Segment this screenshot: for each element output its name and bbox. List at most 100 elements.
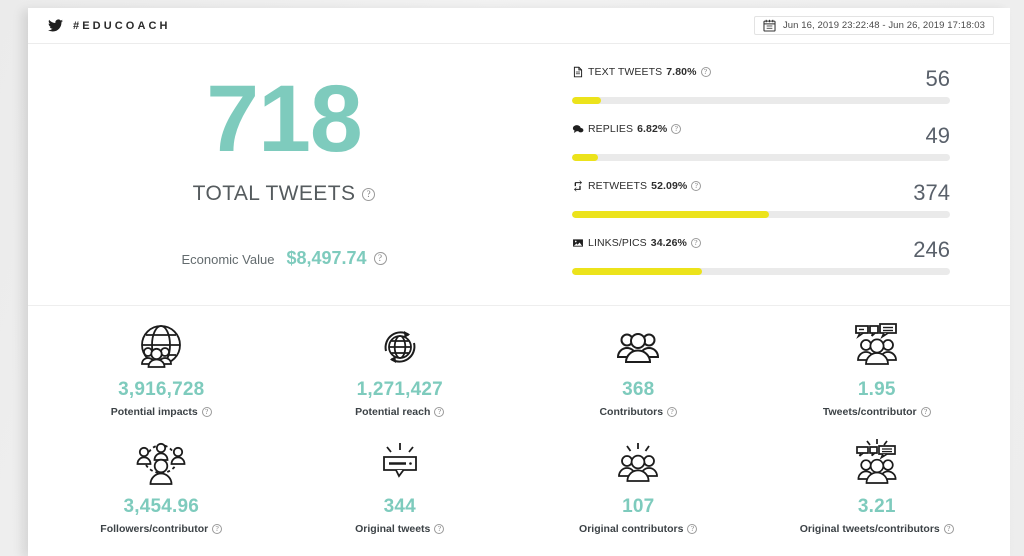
stat-label-text: Contributors <box>599 406 664 418</box>
reply-bubble-icon <box>572 123 584 135</box>
stat-value: 107 <box>622 496 655 517</box>
bar-row-retweets: RETWEETS 52.09% ? 374 <box>572 178 950 218</box>
help-icon[interactable]: ? <box>201 407 212 417</box>
stats-grid: 3,916,728 Potential impacts ? 1,271,427 … <box>28 306 1010 550</box>
stat-followers-per-contributor: 3,454.96 Followers/contributor ? <box>42 433 281 550</box>
twitter-bird-icon <box>48 19 63 32</box>
people-sparkle-icon <box>610 439 666 489</box>
bar-header: REPLIES 6.82% ? 49 <box>572 121 950 147</box>
bar-value: 246 <box>913 237 950 262</box>
bar-label: LINKS/PICS 34.26% ? <box>572 235 701 249</box>
hashtag-title: #EDUCOACH <box>73 19 171 32</box>
image-icon <box>572 237 584 249</box>
stat-value: 3,916,728 <box>118 379 205 400</box>
stat-value: 344 <box>383 496 416 517</box>
bar-name: LINKS/PICS <box>588 237 647 249</box>
bar-fill <box>572 211 769 218</box>
stat-label-text: Original tweets/contributors <box>799 523 940 535</box>
stat-contributors: 368 Contributors ? <box>519 316 758 433</box>
stat-label-text: Potential reach <box>355 406 431 418</box>
bar-name: TEXT TWEETS <box>588 66 663 78</box>
stat-label: Contributors ? <box>599 406 678 418</box>
economic-value-label: Economic Value <box>181 252 275 268</box>
stat-label: Original tweets ? <box>355 523 445 535</box>
globe-refresh-icon <box>373 322 427 372</box>
help-icon[interactable]: ? <box>434 407 445 417</box>
analytics-card: #EDUCOACH Jun 16, 2019 23:22:48 - Jun 26… <box>28 8 1010 556</box>
people-speech-icon <box>848 322 906 372</box>
globe-people-icon <box>134 322 188 372</box>
stat-original-tweets: 344 Original tweets ? <box>281 433 520 550</box>
stat-label-text: Tweets/contributor <box>822 406 917 418</box>
stat-original-tweets-per-contributors: 3.21 Original tweets/contributors ? <box>758 433 997 550</box>
stat-value: 3,454.96 <box>123 496 200 517</box>
stat-potential-reach: 1,271,427 Potential reach ? <box>281 316 520 433</box>
bar-row-text-tweets: TEXT TWEETS 7.80% ? 56 <box>572 64 950 104</box>
bar-header: RETWEETS 52.09% ? 374 <box>572 178 950 204</box>
bar-name: REPLIES <box>588 123 634 135</box>
help-icon[interactable]: ? <box>687 524 698 534</box>
bar-fill <box>572 97 602 104</box>
help-icon[interactable]: ? <box>373 252 387 266</box>
stat-potential-impacts: 3,916,728 Potential impacts ? <box>42 316 281 433</box>
bar-value: 49 <box>925 123 950 148</box>
total-tweets-label-text: TOTAL TWEETS <box>192 182 356 206</box>
total-tweets-label: TOTAL TWEETS ? <box>193 182 376 206</box>
stat-label-text: Potential impacts <box>110 406 198 418</box>
help-icon[interactable]: ? <box>920 407 931 417</box>
bar-row-links-pics: LINKS/PICS 34.26% ? 246 <box>572 235 950 275</box>
bar-label: REPLIES 6.82% ? <box>572 121 682 135</box>
retweet-icon <box>572 180 584 192</box>
help-icon[interactable]: ? <box>671 124 682 134</box>
bar-label: TEXT TWEETS 7.80% ? <box>572 64 711 78</box>
speech-sparkle-icon <box>372 439 428 489</box>
top-section: 718 TOTAL TWEETS ? Economic Value $8,497… <box>28 44 1010 306</box>
bar-percent: 6.82% <box>637 123 668 135</box>
bar-label: RETWEETS 52.09% ? <box>572 178 702 192</box>
people-group-icon <box>611 322 665 372</box>
date-range-picker[interactable]: Jun 16, 2019 23:22:48 - Jun 26, 2019 17:… <box>753 16 994 35</box>
help-icon[interactable]: ? <box>700 67 711 77</box>
card-header: #EDUCOACH Jun 16, 2019 23:22:48 - Jun 26… <box>28 8 1010 44</box>
bar-row-replies: REPLIES 6.82% ? 49 <box>572 121 950 161</box>
bar-percent: 7.80% <box>666 66 697 78</box>
stat-label-text: Original contributors <box>579 523 684 535</box>
bar-header: TEXT TWEETS 7.80% ? 56 <box>572 64 950 90</box>
total-tweets-value: 718 <box>206 66 363 172</box>
help-icon[interactable]: ? <box>691 238 701 248</box>
bar-percent: 52.09% <box>651 180 688 192</box>
stat-label: Followers/contributor ? <box>100 523 223 535</box>
date-range-text: Jun 16, 2019 23:22:48 - Jun 26, 2019 17:… <box>782 20 985 31</box>
stat-label: Original tweets/contributors ? <box>800 523 954 535</box>
stat-label-text: Followers/contributor <box>100 523 209 535</box>
calendar-icon <box>763 19 776 32</box>
help-icon[interactable]: ? <box>691 181 702 191</box>
stat-value: 1.95 <box>857 379 896 400</box>
economic-value-amount: $8,497.74 ? <box>286 248 387 269</box>
bar-percent: 34.26% <box>650 237 687 249</box>
stat-tweets-per-contributor: 1.95 Tweets/contributor ? <box>758 316 997 433</box>
help-icon[interactable]: ? <box>212 524 223 534</box>
stat-label: Potential reach ? <box>355 406 445 418</box>
stat-label: Potential impacts ? <box>111 406 212 418</box>
help-icon[interactable]: ? <box>667 407 678 417</box>
bar-fill <box>572 268 702 275</box>
stat-label: Original contributors ? <box>579 523 698 535</box>
help-icon[interactable]: ? <box>362 187 376 201</box>
document-icon <box>572 66 584 78</box>
bar-value: 56 <box>925 66 950 91</box>
stat-value: 3.21 <box>857 496 896 517</box>
help-icon[interactable]: ? <box>434 524 445 534</box>
page-background: #EDUCOACH Jun 16, 2019 23:22:48 - Jun 26… <box>0 0 1024 556</box>
stat-label: Tweets/contributor ? <box>823 406 931 418</box>
bar-track <box>572 97 950 104</box>
stat-value: 368 <box>622 379 655 400</box>
stat-original-contributors: 107 Original contributors ? <box>519 433 758 550</box>
header-left: #EDUCOACH <box>48 19 171 32</box>
bar-value: 374 <box>913 180 950 205</box>
bar-name: RETWEETS <box>588 180 648 192</box>
total-tweets-pane: 718 TOTAL TWEETS ? Economic Value $8,497… <box>28 44 540 305</box>
bar-track <box>572 268 950 275</box>
help-icon[interactable]: ? <box>943 524 954 534</box>
bar-header: LINKS/PICS 34.26% ? 246 <box>572 235 950 261</box>
